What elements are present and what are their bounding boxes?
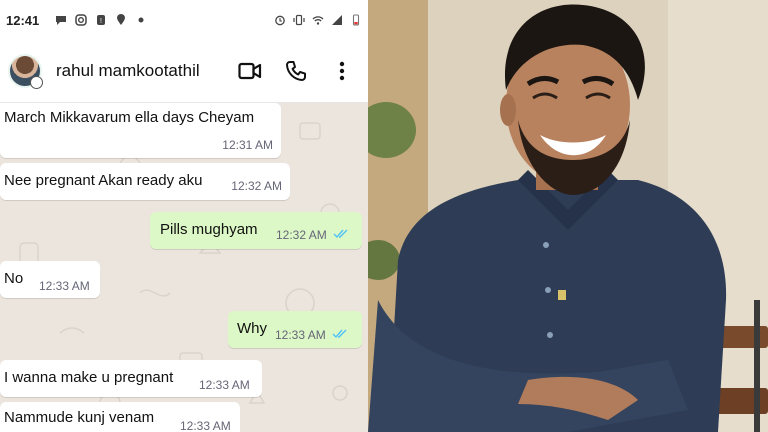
dot-icon: [138, 17, 144, 23]
read-receipt-icon: [333, 229, 348, 239]
message-text: Nee pregnant Akan ready aku: [4, 172, 203, 189]
phone-call-icon[interactable]: [284, 59, 308, 83]
location-icon: [117, 14, 126, 25]
alarm-icon: [275, 15, 285, 26]
message-bubble-incoming[interactable]: March Mikkavarum ella days Cheyam 12:31 …: [0, 103, 281, 158]
portrait-illustration: [368, 0, 768, 432]
message-text: Pills mughyam: [160, 221, 258, 238]
more-options-icon[interactable]: [330, 59, 354, 83]
vibrate-icon: [293, 14, 305, 26]
message-time: 12:32 AM: [231, 179, 282, 193]
notification-icon: !: [97, 15, 106, 25]
message-time: 12:32 AM: [276, 228, 327, 242]
message-bubble-incoming[interactable]: Nammude kunj venam 12:33 AM: [0, 402, 240, 432]
instagram-icon: [75, 14, 87, 26]
video-call-icon[interactable]: [238, 59, 262, 83]
message-bubble-incoming[interactable]: I wanna make u pregnant 12:33 AM: [0, 360, 262, 397]
message-bubble-outgoing[interactable]: Why 12:33 AM: [228, 311, 362, 348]
wifi-icon: [312, 16, 324, 25]
message-time: 12:33 AM: [39, 279, 90, 293]
chat-header: rahul mamkootathil: [0, 40, 368, 103]
person-photo: [368, 0, 768, 432]
message-bubble-outgoing[interactable]: Pills mughyam 12:32 AM: [150, 212, 362, 249]
status-bar: 12:41 !: [0, 0, 368, 40]
message-text: Why: [237, 320, 267, 337]
message-time: 12:33 AM: [275, 328, 326, 342]
message-time: 12:31 AM: [222, 138, 273, 152]
message-bubble-incoming[interactable]: No 12:33 AM: [0, 261, 100, 298]
message-text: March Mikkavarum ella days Cheyam: [4, 109, 255, 126]
signal-icon: [332, 15, 342, 25]
message-text: No: [4, 270, 24, 287]
disappearing-timer-icon: [30, 76, 43, 89]
chat-screenshot: 12:41 ! rahul mamkootathil March Mikkava…: [0, 0, 368, 432]
contact-name[interactable]: rahul mamkootathil: [56, 61, 200, 81]
contact-avatar[interactable]: [8, 54, 43, 89]
message-time: 12:33 AM: [199, 378, 250, 392]
read-receipt-icon: [332, 329, 347, 339]
svg-text:!: !: [100, 18, 102, 25]
message-text: Nammude kunj venam: [4, 409, 155, 426]
status-time: 12:41: [6, 12, 40, 28]
message-bubble-incoming[interactable]: Nee pregnant Akan ready aku 12:32 AM: [0, 163, 290, 200]
message-time: 12:33 AM: [180, 419, 231, 432]
message-text: I wanna make u pregnant: [4, 369, 174, 386]
battery-low-icon: [352, 14, 360, 26]
chat-bubble-icon: [56, 16, 67, 25]
